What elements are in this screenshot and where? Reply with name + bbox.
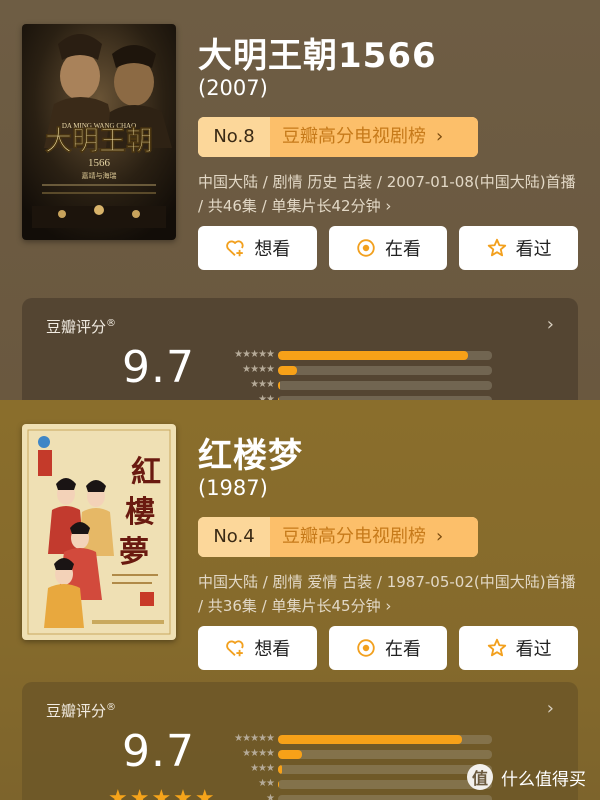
rating-dist-stars: ★★★ bbox=[250, 763, 275, 774]
rating-dist-stars: ★★ bbox=[258, 778, 275, 789]
rating-dist-row: ★★★ bbox=[216, 762, 496, 776]
target-circle-icon bbox=[357, 239, 375, 257]
show-meta-info[interactable]: 中国大陆 / 剧情 爱情 古装 / 1987-05-02(中国大陆)首播 / 共… bbox=[198, 570, 578, 618]
ranking-number: No.4 bbox=[198, 517, 270, 557]
rating-dist-stars: ★★★★ bbox=[242, 364, 275, 375]
want-to-watch-button[interactable]: 想看 bbox=[198, 626, 317, 670]
rating-label: 豆瓣评分® bbox=[46, 316, 116, 337]
rating-dist-stars: ★★ bbox=[258, 394, 275, 400]
heart-plus-icon bbox=[226, 240, 244, 257]
star-icon bbox=[487, 238, 506, 257]
rating-dist-bar bbox=[278, 735, 492, 744]
rating-card[interactable]: 豆瓣评分® › 9.7 ★★★★★★★★★★★★★★★ bbox=[22, 298, 578, 400]
watermark-brand: 值 什么值得买 bbox=[467, 764, 586, 790]
rating-dist-row: ★★★★ bbox=[216, 363, 496, 377]
show-title: 大明王朝1566 bbox=[198, 36, 437, 76]
poster-title-char-1: 紅 bbox=[131, 456, 161, 489]
want-to-watch-label: 想看 bbox=[254, 639, 291, 660]
star-icon bbox=[487, 638, 506, 657]
watching-button[interactable]: 在看 bbox=[328, 226, 448, 270]
rating-dist-fill bbox=[278, 381, 281, 390]
rating-dist-fill bbox=[278, 366, 298, 375]
rating-dist-bar bbox=[278, 795, 492, 800]
show-meta-info[interactable]: 中国大陆 / 剧情 历史 古装 / 2007-01-08(中国大陆)首播 / 共… bbox=[198, 170, 578, 218]
rating-dist-fill bbox=[278, 735, 463, 744]
poster-image[interactable]: DA MING WANG CHAO 大明王朝 1566 嘉靖与海瑞 bbox=[22, 24, 176, 240]
ranking-list-name: 豆瓣高分电视剧榜 › bbox=[270, 117, 478, 157]
rating-dist-bar bbox=[278, 780, 492, 789]
rating-dist-bar bbox=[278, 750, 492, 759]
want-to-watch-label: 想看 bbox=[254, 239, 291, 260]
movie-card-1: DA MING WANG CHAO 大明王朝 1566 嘉靖与海瑞 大明王朝15… bbox=[0, 0, 600, 400]
chevron-right-icon[interactable]: › bbox=[547, 314, 554, 335]
rating-dist-bar bbox=[278, 381, 492, 390]
target-circle-icon bbox=[357, 639, 375, 657]
brand-name: 什么值得买 bbox=[501, 769, 586, 790]
rating-dist-fill bbox=[278, 750, 302, 759]
ranking-badge[interactable]: No.8 豆瓣高分电视剧榜 › bbox=[198, 117, 478, 157]
show-title: 红楼梦 bbox=[198, 436, 303, 476]
rating-dist-stars: ★★★ bbox=[250, 379, 275, 390]
rating-dist-stars: ★★★★★ bbox=[234, 349, 275, 360]
ranking-badge[interactable]: No.4 豆瓣高分电视剧榜 › bbox=[198, 517, 478, 557]
watched-label: 看过 bbox=[515, 639, 552, 660]
watched-label: 看过 bbox=[515, 239, 552, 260]
action-buttons: 想看 在看 看过 bbox=[198, 226, 579, 270]
chevron-right-icon[interactable]: › bbox=[547, 698, 554, 719]
watched-button[interactable]: 看过 bbox=[459, 626, 579, 670]
rating-score: 9.7 bbox=[122, 342, 195, 393]
rating-label-text: 豆瓣评分 bbox=[46, 702, 107, 720]
rating-dist-stars: ★ bbox=[266, 793, 275, 800]
watched-button[interactable]: 看过 bbox=[459, 226, 579, 270]
rating-label-mark: ® bbox=[106, 318, 117, 329]
watching-label: 在看 bbox=[385, 639, 421, 660]
ranking-list-label: 豆瓣高分电视剧榜 bbox=[282, 126, 426, 147]
rating-dist-fill bbox=[278, 351, 469, 360]
show-year: (1987) bbox=[198, 476, 268, 500]
rating-dist-bar bbox=[278, 366, 492, 375]
rating-dist-stars: ★★★★★ bbox=[234, 733, 275, 744]
action-buttons: 想看 在看 看过 bbox=[198, 626, 579, 670]
want-to-watch-button[interactable]: 想看 bbox=[198, 226, 317, 270]
rating-dist-stars: ★★★★ bbox=[242, 748, 275, 759]
rating-dist-row: ★★★★★ bbox=[216, 348, 496, 362]
poster-number: 1566 bbox=[88, 157, 111, 169]
ranking-list-label: 豆瓣高分电视剧榜 bbox=[282, 526, 426, 547]
poster-subtitle: 嘉靖与海瑞 bbox=[82, 171, 117, 180]
rating-label: 豆瓣评分® bbox=[46, 700, 116, 721]
rating-dist-fill bbox=[278, 765, 283, 774]
poster-title: 大明王朝 bbox=[45, 126, 153, 156]
rating-dist-row: ★★★★★ bbox=[216, 732, 496, 746]
chevron-right-icon: › bbox=[436, 126, 444, 147]
movie-card-2: 紅 樓 夢 红楼梦 (1987) No.4 豆瓣高分电视剧榜 › 中国大陆 / 剧… bbox=[0, 400, 600, 800]
ranking-list-name: 豆瓣高分电视剧榜 › bbox=[270, 517, 478, 557]
heart-plus-icon bbox=[226, 640, 244, 657]
rating-dist-bar bbox=[278, 351, 492, 360]
brand-logo-icon: 值 bbox=[467, 764, 493, 790]
poster-image[interactable]: 紅 樓 夢 bbox=[22, 424, 176, 640]
rating-stars: ★★★★★ bbox=[108, 786, 217, 800]
rating-label-mark: ® bbox=[106, 702, 117, 713]
watching-label: 在看 bbox=[385, 239, 421, 260]
rating-dist-row: ★★★★ bbox=[216, 747, 496, 761]
ranking-number: No.8 bbox=[198, 117, 270, 157]
rating-dist-row: ★★★ bbox=[216, 378, 496, 392]
rating-distribution: ★★★★★★★★★★★★★★★ bbox=[216, 732, 496, 800]
rating-dist-row: ★★ bbox=[216, 393, 496, 400]
show-year: (2007) bbox=[198, 76, 268, 100]
rating-distribution: ★★★★★★★★★★★★★★★ bbox=[216, 348, 496, 400]
watching-button[interactable]: 在看 bbox=[328, 626, 448, 670]
rating-dist-row: ★★ bbox=[216, 777, 496, 791]
chevron-right-icon: › bbox=[436, 526, 444, 547]
rating-score: 9.7 bbox=[122, 726, 195, 777]
poster-title-char-3: 夢 bbox=[119, 536, 149, 569]
poster-title-char-2: 樓 bbox=[125, 496, 155, 529]
rating-label-text: 豆瓣评分 bbox=[46, 318, 107, 336]
rating-dist-fill bbox=[278, 780, 280, 789]
rating-dist-row: ★ bbox=[216, 792, 496, 800]
rating-dist-bar bbox=[278, 765, 492, 774]
